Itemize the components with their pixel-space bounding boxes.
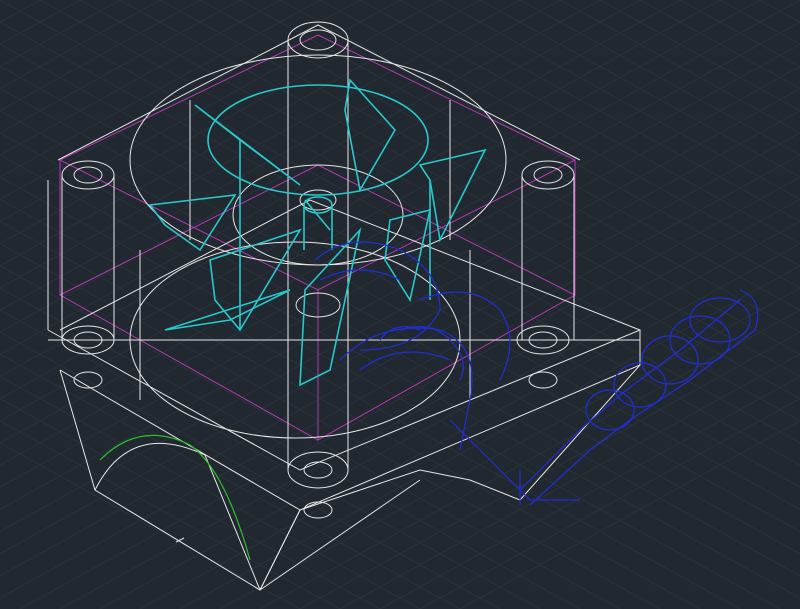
grid-line [0,0,800,444]
grid-line [479,0,800,178]
grid-line [719,0,800,45]
grid-line [0,154,800,599]
grid-line [0,43,800,488]
grid-line [0,0,800,444]
grid-line [0,43,800,488]
grid-line [519,0,800,156]
grid-line [319,0,800,267]
grid-line [0,110,800,555]
grid-line [279,0,800,289]
grid-line [0,88,800,533]
outlet-arc [99,434,251,561]
cad-drawing-canvas[interactable] [0,0,800,609]
grid-line [0,21,800,466]
grid-line [0,132,800,577]
background-grid [0,0,800,609]
grid-line [0,65,800,510]
grid-line [0,88,800,533]
grid-line [0,110,800,555]
grid-line [0,65,800,510]
grid-line [0,0,121,68]
grid-line [0,21,800,466]
grid-line [0,132,800,577]
model-space-viewport[interactable] [0,0,800,609]
grid-line [0,154,800,599]
grid-line [0,0,81,45]
